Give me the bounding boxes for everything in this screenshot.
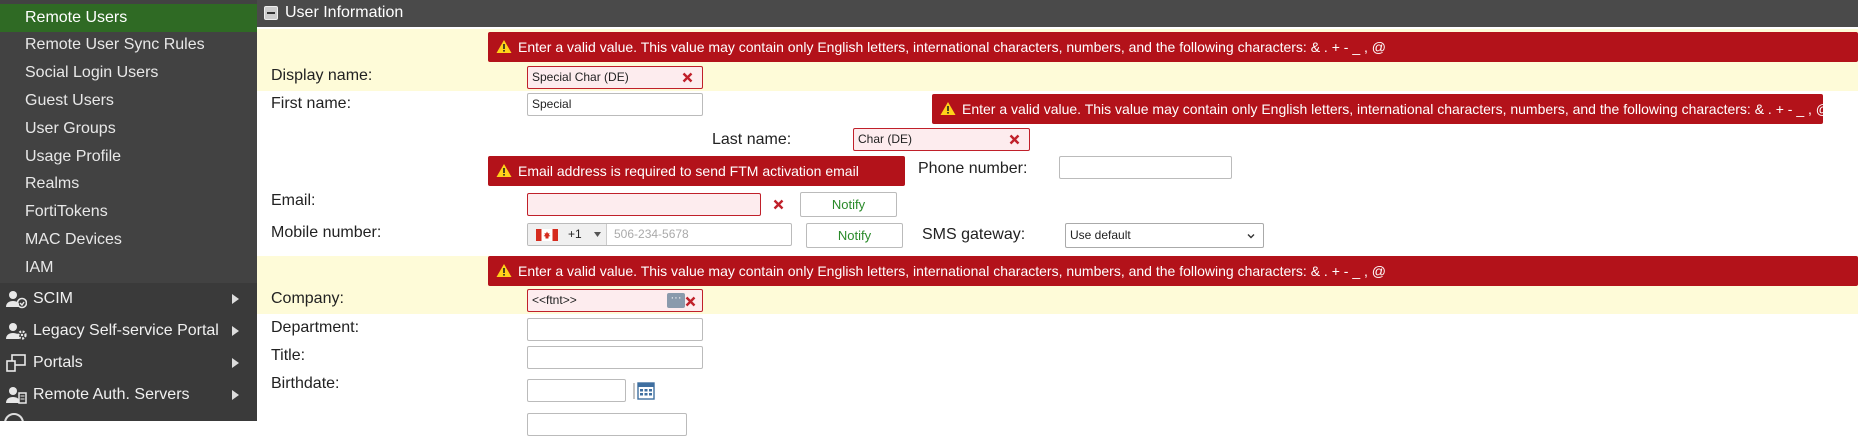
sidebar-submenu: Remote Users Remote User Sync Rules Soci… bbox=[0, 0, 257, 283]
country-code: +1 bbox=[568, 227, 582, 241]
user-information-form: Enter a valid value. This value may cont… bbox=[257, 27, 1858, 436]
canada-flag-icon bbox=[536, 229, 558, 241]
display-name-input[interactable]: Special Char (DE) bbox=[527, 66, 703, 89]
phone-number-label: Phone number: bbox=[918, 160, 1028, 177]
mobile-number-placeholder: 506-234-5678 bbox=[614, 227, 689, 241]
sidebar-group-label: SCIM bbox=[33, 290, 73, 307]
error-text: Email address is required to send FTM ac… bbox=[518, 163, 859, 179]
portal-icon bbox=[6, 354, 26, 372]
display-name-label: Display name: bbox=[271, 67, 373, 84]
chevron-right-icon bbox=[232, 390, 239, 400]
language-select-partial[interactable] bbox=[527, 413, 687, 436]
sidebar-item-remote-users[interactable]: Remote Users bbox=[0, 4, 257, 32]
sidebar-item-mac-devices[interactable]: MAC Devices bbox=[0, 226, 257, 254]
sidebar-item-social-login-users[interactable]: Social Login Users bbox=[0, 59, 257, 87]
display-name-error: Enter a valid value. This value may cont… bbox=[488, 32, 1858, 62]
chevron-right-icon bbox=[232, 358, 239, 368]
sidebar-group-label: Legacy Self-service Portal bbox=[33, 322, 219, 339]
input-value: <<ftnt>> bbox=[532, 293, 577, 307]
last-name-input[interactable]: Char (DE) bbox=[853, 128, 1030, 151]
collapse-icon[interactable] bbox=[264, 6, 278, 20]
sidebar: Remote Users Remote User Sync Rules Soci… bbox=[0, 0, 257, 421]
mobile-number-label: Mobile number: bbox=[271, 224, 382, 241]
clear-icon[interactable] bbox=[685, 296, 696, 307]
sidebar-group-scim[interactable]: SCIM bbox=[0, 283, 257, 315]
sidebar-group-label: Remote Auth. Servers bbox=[33, 386, 190, 403]
chevron-right-icon bbox=[232, 326, 239, 336]
warning-icon bbox=[496, 40, 512, 53]
clear-icon[interactable] bbox=[682, 72, 693, 83]
sidebar-item-iam[interactable]: IAM bbox=[0, 254, 257, 282]
company-label: Company: bbox=[271, 290, 344, 307]
more-options-icon[interactable]: ··· bbox=[667, 293, 685, 308]
first-name-label: First name: bbox=[271, 95, 352, 112]
sidebar-item-fortitokens[interactable]: FortiTokens bbox=[0, 198, 257, 226]
sms-gateway-select[interactable]: Use default bbox=[1065, 223, 1264, 248]
sidebar-item-usage-profile[interactable]: Usage Profile bbox=[0, 143, 257, 171]
sidebar-item-remote-user-sync-rules[interactable]: Remote User Sync Rules bbox=[0, 31, 257, 59]
last-name-error: Enter a valid value. This value may cont… bbox=[932, 94, 1830, 124]
sidebar-item-realms[interactable]: Realms bbox=[0, 170, 257, 198]
department-label: Department: bbox=[271, 319, 360, 336]
sidebar-group-legacy-self-service-portal[interactable]: Legacy Self-service Portal bbox=[0, 315, 257, 347]
panel-title: User Information bbox=[285, 4, 404, 21]
sidebar-group-label: Portals bbox=[33, 354, 83, 371]
sidebar-item-user-groups[interactable]: User Groups bbox=[0, 115, 257, 143]
input-value: Char (DE) bbox=[858, 132, 913, 146]
sms-gateway-label: SMS gateway: bbox=[922, 226, 1026, 243]
warning-icon bbox=[496, 264, 512, 277]
error-text: Enter a valid value. This value may cont… bbox=[518, 39, 1386, 55]
sidebar-group-remote-auth-servers[interactable]: Remote Auth. Servers bbox=[0, 379, 257, 411]
birthdate-label: Birthdate: bbox=[271, 375, 340, 392]
panel-header: User Information bbox=[257, 0, 1858, 27]
birthdate-input[interactable] bbox=[527, 379, 626, 402]
email-notify-button[interactable]: Notify bbox=[800, 192, 897, 217]
users-gear-icon bbox=[6, 323, 27, 340]
email-error: Email address is required to send FTM ac… bbox=[488, 156, 905, 186]
email-label: Email: bbox=[271, 192, 316, 209]
company-error: Enter a valid value. This value may cont… bbox=[488, 256, 1858, 286]
users-sync-icon bbox=[6, 291, 27, 309]
clear-icon[interactable] bbox=[1009, 134, 1020, 145]
clear-icon[interactable] bbox=[773, 199, 784, 210]
first-name-input[interactable]: Special bbox=[527, 93, 703, 116]
sidebar-group-portals[interactable]: Portals bbox=[0, 347, 257, 379]
mobile-number-input[interactable]: +1 506-234-5678 bbox=[527, 223, 792, 246]
last-name-label: Last name: bbox=[712, 131, 792, 148]
email-input[interactable] bbox=[527, 193, 761, 216]
country-code-selector[interactable]: +1 bbox=[528, 224, 607, 245]
warning-icon bbox=[940, 102, 956, 115]
input-value: Special bbox=[532, 97, 572, 111]
radius-icon bbox=[4, 413, 24, 421]
chevron-down-icon bbox=[1247, 234, 1255, 239]
department-input[interactable] bbox=[527, 318, 703, 341]
server-users-icon bbox=[6, 387, 27, 404]
phone-number-input[interactable] bbox=[1059, 156, 1232, 179]
caret-down-icon bbox=[594, 232, 601, 237]
calendar-icon[interactable] bbox=[633, 380, 655, 401]
chevron-right-icon bbox=[232, 294, 239, 304]
mobile-notify-button[interactable]: Notify bbox=[806, 223, 903, 248]
sidebar-item-guest-users[interactable]: Guest Users bbox=[0, 87, 257, 115]
error-text: Enter a valid value. This value may cont… bbox=[518, 263, 1386, 279]
input-value: Special Char (DE) bbox=[532, 70, 629, 84]
select-value: Use default bbox=[1070, 228, 1131, 242]
title-label: Title: bbox=[271, 347, 306, 364]
title-input[interactable] bbox=[527, 346, 703, 369]
warning-icon bbox=[496, 164, 512, 177]
error-text: Enter a valid value. This value may cont… bbox=[962, 101, 1830, 117]
